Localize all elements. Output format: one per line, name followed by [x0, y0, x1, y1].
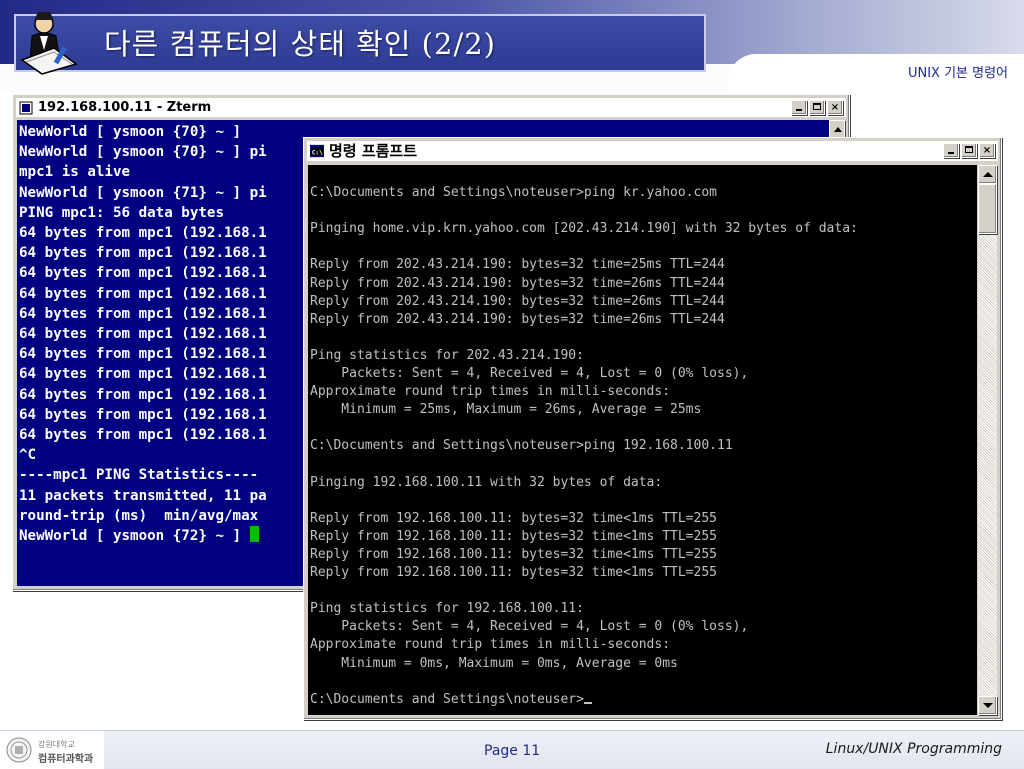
- maximize-icon: [813, 103, 821, 110]
- cmd-output-line: Reply from 192.168.100.11: bytes=32 time…: [310, 528, 717, 544]
- cmd-output-line: C:\Documents and Settings\noteuser>: [310, 691, 584, 707]
- cmd-output-line: Ping statistics for 192.168.100.11:: [310, 601, 584, 617]
- zterm-output-line: 64 bytes from mpc1 (192.168.1: [19, 305, 267, 322]
- zterm-output-line: PING mpc1: 56 data bytes: [19, 204, 224, 221]
- department-name: 컴퓨터과학과: [38, 754, 94, 765]
- cmd-output-line: Minimum = 0ms, Maximum = 0ms, Average = …: [310, 655, 678, 671]
- cmd-title: 명령 프롬프트: [329, 142, 418, 160]
- minimize-button[interactable]: [943, 143, 959, 158]
- zterm-output-line: mpc1 is alive: [19, 164, 131, 181]
- cmd-output-line: Reply from 202.43.214.190: bytes=32 time…: [310, 311, 725, 327]
- minimize-icon: [948, 152, 954, 154]
- command-prompt-icon: C:\: [310, 144, 324, 158]
- cmd-output-line: C:\Documents and Settings\noteuser>ping …: [310, 438, 733, 454]
- close-button[interactable]: ×: [979, 143, 995, 158]
- zterm-output-line: 64 bytes from mpc1 (192.168.1: [19, 225, 267, 242]
- maximize-button[interactable]: [961, 143, 977, 158]
- zterm-title: 192.168.100.11 - Zterm: [38, 100, 212, 115]
- page-number: Page 11: [484, 743, 541, 759]
- zterm-output-line: 64 bytes from mpc1 (192.168.1: [19, 366, 267, 383]
- reading-man-icon: [20, 12, 78, 75]
- close-icon: ×: [982, 145, 992, 156]
- svg-text:C:\: C:\: [312, 150, 323, 157]
- university-logo-block: 강원대학교 컴퓨터과학과: [0, 731, 104, 769]
- close-icon: ×: [830, 102, 840, 113]
- command-prompt-window[interactable]: C:\ 명령 프롬프트 × C:\Documents and Settings\…: [303, 137, 1002, 720]
- zterm-output-line: 11 packets transmitted, 11 pa: [19, 487, 267, 504]
- slide-subtitle: UNIX 기본 명령어: [907, 66, 1008, 81]
- zterm-output-line: NewWorld [ ysmoon {70} ~ ] pi: [19, 144, 267, 161]
- zterm-titlebar[interactable]: 192.168.100.11 - Zterm ×: [16, 98, 846, 117]
- maximize-icon: [965, 146, 973, 153]
- cmd-output-line: Ping statistics for 202.43.214.190:: [310, 347, 584, 363]
- cmd-output-line: C:\Documents and Settings\noteuser>ping …: [310, 185, 717, 201]
- minimize-button[interactable]: [791, 100, 807, 115]
- cmd-output-line: Approximate round trip times in milli-se…: [310, 384, 671, 400]
- zterm-output-line: 64 bytes from mpc1 (192.168.1: [19, 346, 267, 363]
- cmd-output-line: Reply from 192.168.100.11: bytes=32 time…: [310, 546, 717, 562]
- zterm-output-line: 64 bytes from mpc1 (192.168.1: [19, 406, 267, 423]
- terminal-icon: [19, 101, 33, 115]
- zterm-output-line: 64 bytes from mpc1 (192.168.1: [19, 245, 267, 262]
- text-cursor: [249, 526, 259, 543]
- cmd-output-line: Reply from 192.168.100.11: bytes=32 time…: [310, 565, 717, 581]
- scroll-up-arrow-icon[interactable]: [978, 165, 997, 184]
- zterm-output-line: ----mpc1 PING Statistics----: [19, 467, 259, 484]
- slide-footer: 강원대학교 컴퓨터과학과 Page 11 Linux/UNIX Programm…: [0, 730, 1024, 769]
- slide-title: 다른 컴퓨터의 상태 확인 (2/2): [104, 27, 496, 61]
- zterm-output-line: 64 bytes from mpc1 (192.168.1: [19, 427, 267, 444]
- scrollbar-thumb[interactable]: [978, 184, 997, 234]
- zterm-output-line: round-trip (ms) min/avg/max: [19, 507, 259, 524]
- maximize-button[interactable]: [809, 100, 825, 115]
- zterm-output-line: 64 bytes from mpc1 (192.168.1: [19, 285, 267, 302]
- cmd-output-line: Approximate round trip times in milli-se…: [310, 637, 671, 653]
- university-name: 강원대학교: [38, 740, 75, 749]
- scroll-down-arrow-icon[interactable]: [978, 696, 997, 715]
- cmd-output-line: Reply from 192.168.100.11: bytes=32 time…: [310, 510, 717, 526]
- zterm-output-line: 64 bytes from mpc1 (192.168.1: [19, 265, 267, 282]
- zterm-output-line: ^C: [19, 447, 37, 464]
- zterm-output-line: 64 bytes from mpc1 (192.168.1: [19, 386, 267, 403]
- cmd-output-line: Packets: Sent = 4, Received = 4, Lost = …: [310, 366, 749, 382]
- cmd-output-line: Reply from 202.43.214.190: bytes=32 time…: [310, 275, 725, 291]
- cmd-text: C:\Documents and Settings\noteuser>ping …: [308, 165, 977, 710]
- zterm-output-line: NewWorld [ ysmoon {71} ~ ] pi: [19, 184, 267, 201]
- minimize-icon: [796, 109, 802, 111]
- zterm-output-line: NewWorld [ ysmoon {72} ~ ]: [19, 528, 250, 545]
- zterm-output-line: 64 bytes from mpc1 (192.168.1: [19, 326, 267, 343]
- cmd-output-line: Packets: Sent = 4, Received = 4, Lost = …: [310, 619, 749, 635]
- cmd-output-line: Reply from 202.43.214.190: bytes=32 time…: [310, 257, 725, 273]
- close-button[interactable]: ×: [827, 100, 843, 115]
- cmd-vertical-scrollbar[interactable]: [978, 165, 997, 715]
- cmd-output-line: Minimum = 25ms, Maximum = 26ms, Average …: [310, 402, 702, 418]
- cmd-console-output[interactable]: C:\Documents and Settings\noteuser>ping …: [308, 165, 977, 715]
- cmd-output-line: Pinging home.vip.krn.yahoo.com [202.43.2…: [310, 221, 858, 237]
- cmd-output-line: Reply from 202.43.214.190: bytes=32 time…: [310, 293, 725, 309]
- text-cursor: [583, 701, 592, 704]
- slide-header: 다른 컴퓨터의 상태 확인 (2/2) UNIX 기본 명령어: [0, 0, 1024, 92]
- zterm-output-line: NewWorld [ ysmoon {70} ~ ]: [19, 124, 242, 140]
- course-name: Linux/UNIX Programming: [825, 741, 1002, 757]
- university-seal-icon: [6, 737, 32, 763]
- cmd-output-line: Pinging 192.168.100.11 with 32 bytes of …: [310, 474, 663, 490]
- cmd-titlebar[interactable]: C:\ 명령 프롬프트 ×: [307, 141, 998, 161]
